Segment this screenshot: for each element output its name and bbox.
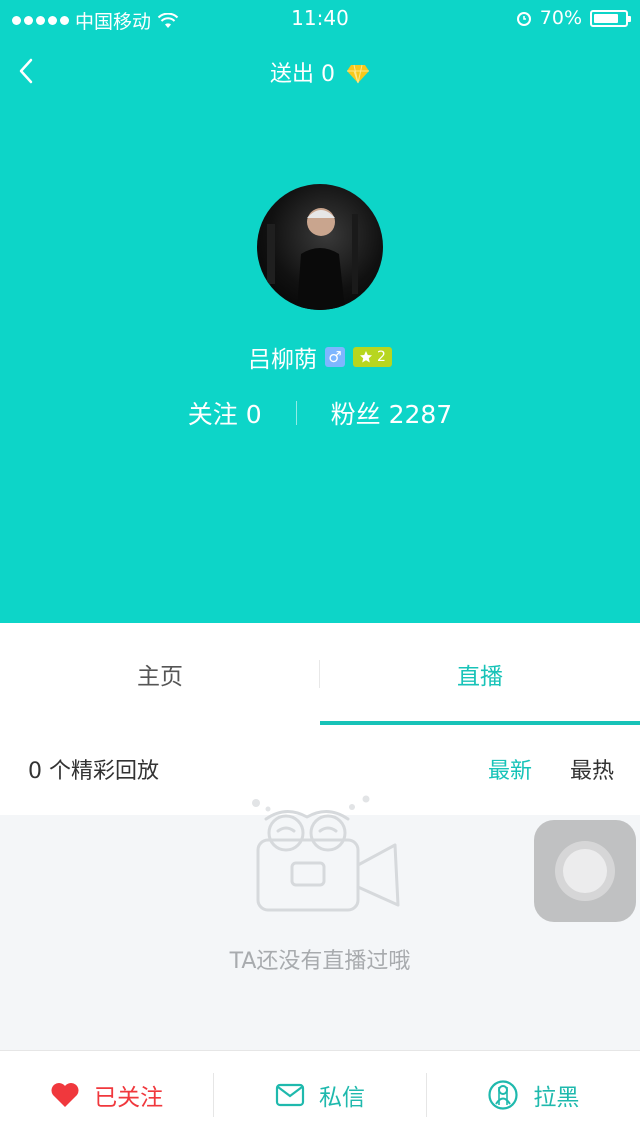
assistive-touch-core xyxy=(563,849,607,893)
bottom-action-bar: 已关注 私信 拉黑 xyxy=(0,1050,640,1139)
replay-count: 0 个精彩回放 xyxy=(28,759,159,784)
stats-divider xyxy=(295,401,297,425)
level-badge: 2 xyxy=(353,347,392,367)
profile-name: 吕柳荫 xyxy=(248,347,318,373)
gifts-sent-label: 送出 0 xyxy=(270,62,335,87)
following-count[interactable]: 关注 0 xyxy=(188,395,262,431)
fans-count[interactable]: 粉丝 2287 xyxy=(331,395,453,431)
sort-hottest-button[interactable]: 最热 xyxy=(570,753,614,785)
message-label: 私信 xyxy=(318,1085,365,1111)
tab-home[interactable]: 主页 xyxy=(0,623,320,725)
avatar-photo xyxy=(267,208,358,310)
follow-button[interactable]: 已关注 xyxy=(0,1051,213,1139)
status-bar: 中国移动 11:40 70% xyxy=(0,0,640,38)
battery-percent: 70% xyxy=(539,7,582,29)
avatar[interactable] xyxy=(257,184,383,310)
follow-label: 已关注 xyxy=(94,1085,164,1111)
level-number: 2 xyxy=(377,349,386,365)
status-right: 70% xyxy=(516,7,631,29)
envelope-icon xyxy=(275,1083,305,1107)
gifts-sent-title: 送出 0 xyxy=(0,56,640,88)
bottom-divider-2 xyxy=(426,1073,427,1117)
profile-header xyxy=(0,0,640,623)
tab-live[interactable]: 直播 xyxy=(320,623,640,725)
bottom-divider-1 xyxy=(213,1073,214,1117)
message-button[interactable]: 私信 xyxy=(213,1051,426,1139)
star-icon xyxy=(360,351,373,363)
diamond-icon xyxy=(347,64,369,84)
battery-icon xyxy=(590,9,631,27)
empty-state: TA还没有直播过哦 xyxy=(0,795,640,1050)
block-icon xyxy=(488,1080,518,1110)
block-label: 拉黑 xyxy=(533,1085,580,1111)
follow-stats: 关注 0 粉丝 2287 xyxy=(0,395,640,431)
assistive-touch-button[interactable] xyxy=(534,820,636,922)
male-gender-icon: ♂ xyxy=(325,347,346,367)
sort-newest-button[interactable]: 最新 xyxy=(488,753,532,785)
empty-message: TA还没有直播过哦 xyxy=(229,949,411,974)
profile-tabs: 主页 直播 xyxy=(0,623,640,725)
profile-name-row: 吕柳荫 ♂ 2 xyxy=(0,340,640,374)
block-button[interactable]: 拉黑 xyxy=(427,1051,640,1139)
alarm-icon xyxy=(516,12,531,26)
owl-camera-icon xyxy=(252,795,400,912)
tab-divider xyxy=(319,660,320,688)
heart-icon xyxy=(51,1083,79,1107)
